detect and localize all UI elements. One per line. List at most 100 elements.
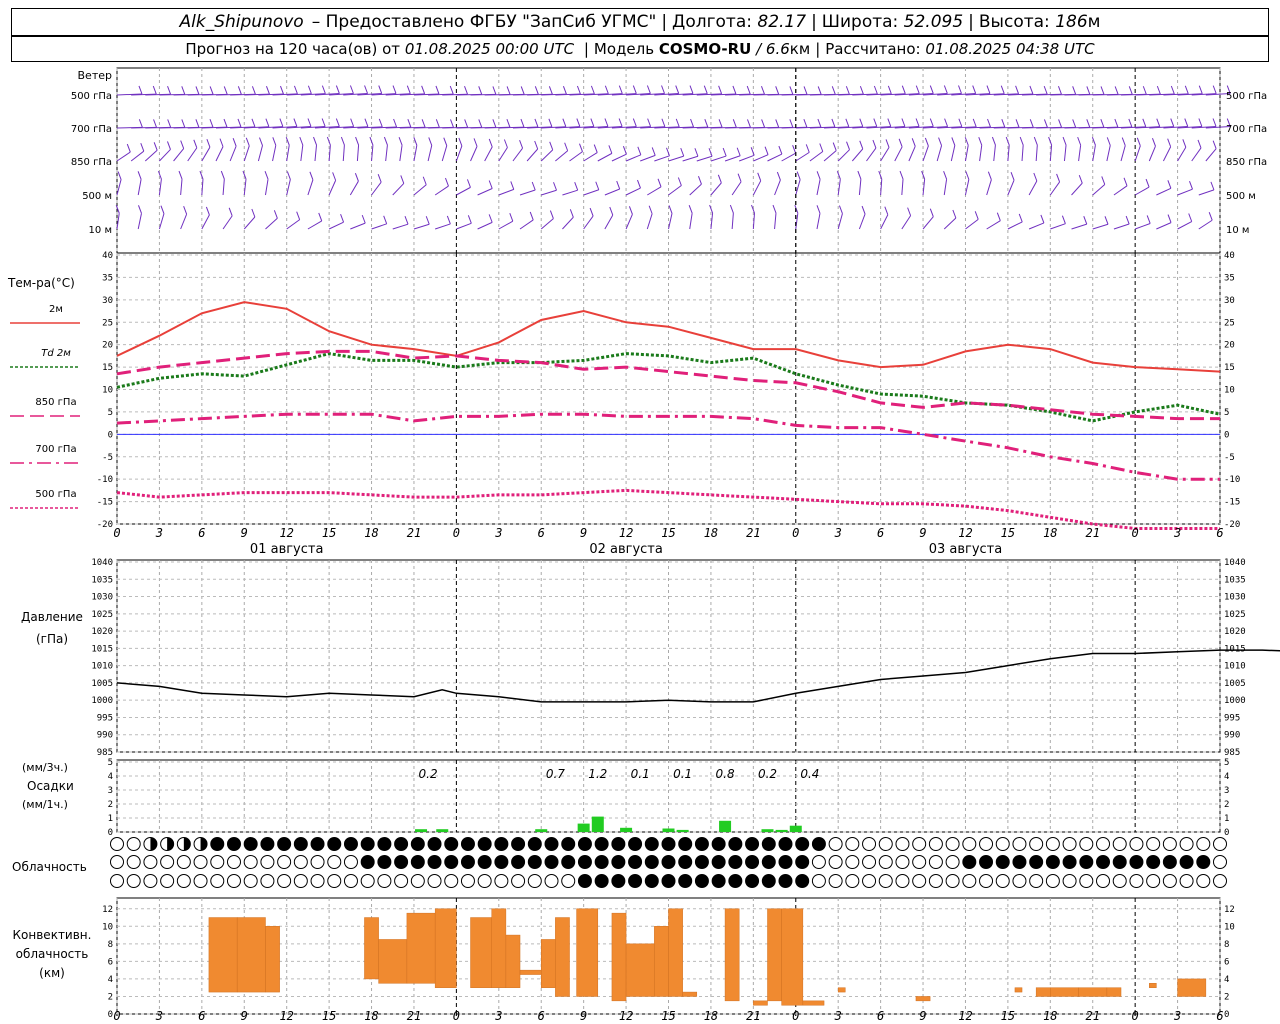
wind-barb-flag	[1114, 118, 1119, 128]
cloud-symbol	[494, 837, 509, 851]
wind-barb	[816, 213, 821, 230]
cloud-symbol	[444, 874, 459, 888]
cloud-symbol	[1213, 837, 1227, 851]
wind-barb-flag	[398, 136, 403, 146]
cloud-symbol	[728, 874, 743, 888]
wind-barb-flag	[549, 210, 554, 219]
wind-barb-flag	[761, 86, 765, 95]
wind-barb-flag	[590, 85, 595, 95]
wind-barb-flag	[1208, 212, 1213, 221]
wind-barb-flag	[1142, 86, 1147, 95]
prec-ytick: 4	[108, 772, 113, 782]
cloud-symbol	[945, 837, 960, 851]
wind-barb-flag	[1123, 177, 1128, 186]
wind-barb-flag	[264, 171, 269, 180]
wind-barb	[470, 146, 478, 162]
wind-barb-flag	[775, 119, 780, 128]
wind-barb-flag	[299, 136, 304, 146]
wind-barb	[1050, 223, 1066, 230]
wind-barb-flag	[488, 138, 493, 148]
wind-barb	[625, 187, 641, 196]
wind-barb-flag	[117, 171, 122, 180]
wind-barb-flag	[775, 86, 780, 95]
cloud-symbol	[527, 874, 542, 888]
wind-barb-flag	[488, 180, 493, 189]
wind-barb	[1071, 223, 1087, 230]
wind-barb-flag	[958, 118, 963, 127]
wind-barb-flag	[195, 86, 200, 95]
cloud-symbol	[828, 874, 843, 888]
wind-barb	[265, 217, 278, 230]
precip-bar	[436, 829, 449, 832]
wind-barb	[901, 215, 912, 230]
conv-bar	[1078, 987, 1108, 997]
conv-bar	[1014, 987, 1023, 993]
wind-barb	[689, 213, 693, 230]
wind-barb	[604, 214, 614, 230]
wind-barb-flag	[1167, 180, 1172, 189]
cloud-symbol	[828, 837, 843, 851]
cloud-symbol	[360, 855, 375, 869]
prec-ytick: 3	[108, 786, 113, 796]
cloud-symbol	[1062, 837, 1077, 851]
wind-barb	[540, 218, 554, 230]
cloud-symbol	[661, 855, 676, 869]
wind-barb-flag	[209, 119, 214, 128]
wind-barb-flag	[884, 206, 889, 215]
wind-barb-flag	[354, 173, 359, 182]
wind-barb	[180, 213, 188, 230]
wind-barb	[1177, 188, 1193, 196]
wind-barb	[328, 221, 344, 230]
wind-barb	[435, 223, 451, 230]
x-tick-label: 0	[792, 526, 799, 540]
cloud-symbol	[577, 837, 592, 851]
cloud-symbol	[878, 874, 893, 888]
wind-barb-flag	[1106, 137, 1111, 146]
wind-barb-flag	[464, 86, 468, 95]
wind-barb-flag	[593, 144, 598, 153]
wind-barb-flag	[1167, 138, 1172, 147]
wind-barb-flag	[1212, 140, 1217, 149]
cloud-symbol	[477, 855, 492, 869]
wind-barb	[1134, 186, 1150, 196]
cloud-symbol	[611, 874, 626, 888]
wind-barb-flag	[1040, 214, 1045, 224]
legend-label-t500: 500 гПа	[35, 489, 76, 500]
wind-barb-flag	[1029, 85, 1034, 95]
wind-barb-flag	[1184, 118, 1189, 127]
wind-barb-flag	[335, 85, 340, 94]
cloud-symbol	[811, 874, 826, 888]
cloud-symbol	[895, 855, 910, 869]
wind-barb-flag	[137, 171, 142, 180]
wind-barb-flag	[708, 148, 713, 157]
conv-bar	[1035, 987, 1051, 997]
precip-bar	[620, 827, 633, 832]
wind-barb-flag	[887, 118, 892, 127]
cloud-symbol	[176, 874, 191, 888]
x-tick-label: 9	[919, 526, 926, 540]
conv-title-1: Конвективн.	[13, 928, 92, 942]
wind-barb-flag	[1184, 85, 1189, 95]
cloud-symbol	[979, 837, 994, 851]
temp-ytick: 5	[108, 408, 113, 418]
cloud-symbol	[210, 874, 225, 888]
wind-barb	[180, 179, 183, 196]
wind-barb-flag	[464, 119, 469, 128]
wind-barb-flag	[245, 137, 250, 146]
wind-barb-flag	[951, 137, 956, 146]
cloud-symbol	[327, 837, 342, 851]
wind-barb-flag	[251, 86, 256, 95]
wind-barb-flag	[887, 85, 892, 95]
wind-barb-flag	[237, 118, 242, 128]
conv-ytick: 6	[108, 957, 113, 967]
wind-barb	[455, 145, 463, 162]
wind-barb-flag	[435, 119, 440, 128]
cloud-symbol	[1079, 837, 1094, 851]
wind-barb-flag	[355, 136, 360, 146]
wind-barb-flag	[736, 147, 741, 156]
wind-barb-flag	[564, 142, 569, 151]
conv-ytick: 8	[108, 940, 113, 950]
wind-barb-flag	[223, 86, 228, 95]
wind-barb-flag	[1156, 85, 1161, 95]
wind-barb-flag	[1056, 173, 1061, 183]
